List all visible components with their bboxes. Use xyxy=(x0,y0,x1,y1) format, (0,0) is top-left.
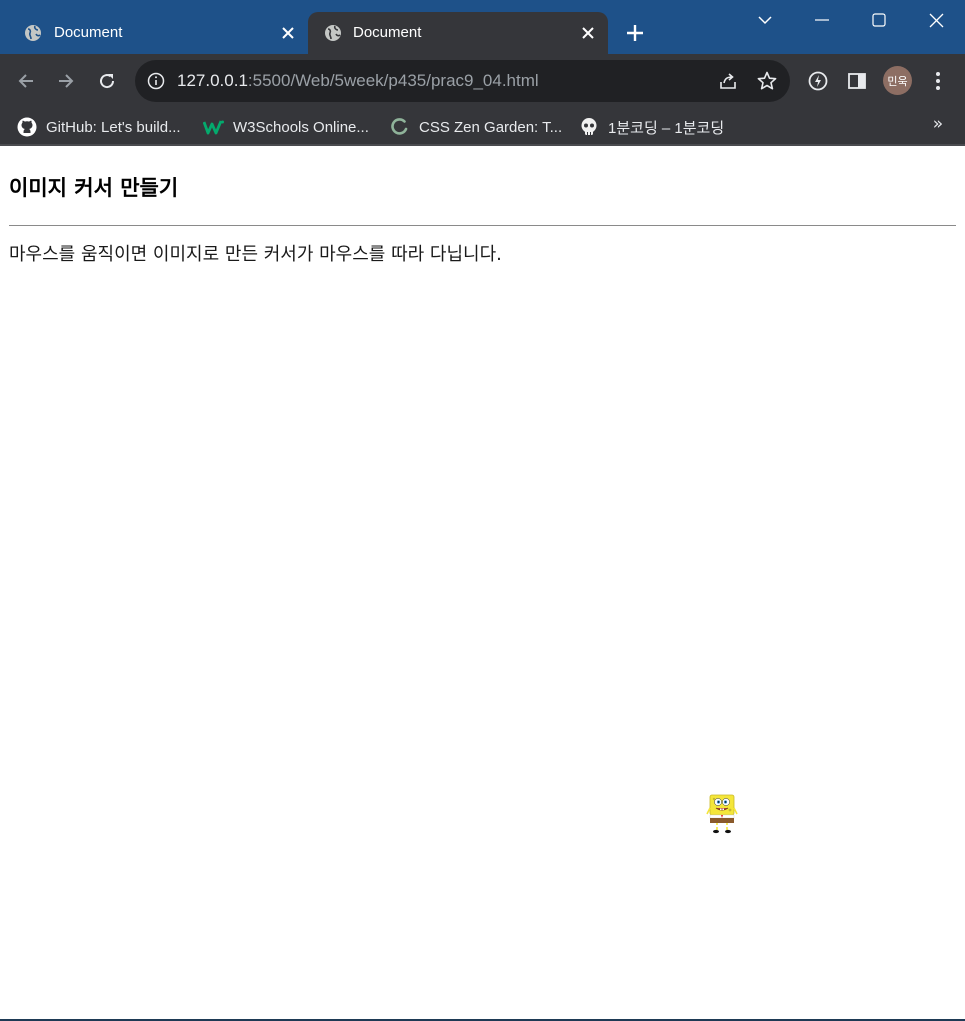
bookmark-github[interactable]: GitHub: Let's build... xyxy=(16,113,181,141)
bookmark-label: CSS Zen Garden: T... xyxy=(419,118,563,136)
page-heading: 이미지 커서 만들기 xyxy=(9,176,179,200)
w3schools-icon xyxy=(203,116,225,138)
info-icon[interactable] xyxy=(147,72,165,90)
tab-document-2[interactable]: Document xyxy=(308,12,608,54)
skull-icon xyxy=(578,116,600,138)
energy-saver-icon xyxy=(808,71,828,91)
maximize-icon xyxy=(872,13,886,27)
bookmark-label: W3Schools Online... xyxy=(233,118,369,136)
maximize-button[interactable] xyxy=(859,6,899,34)
profile-avatar[interactable]: 민욱 xyxy=(883,66,912,95)
side-panel-icon xyxy=(848,73,866,89)
bookmark-label: GitHub: Let's build... xyxy=(46,118,181,136)
new-tab-button[interactable] xyxy=(622,20,648,46)
reload-button[interactable] xyxy=(92,66,122,96)
globe-icon xyxy=(25,25,41,41)
reload-icon xyxy=(100,74,115,89)
menu-button[interactable] xyxy=(923,66,953,96)
tab-title: Document xyxy=(54,24,123,41)
url-host: 127.0.0.1 xyxy=(177,71,248,90)
chevron-down-icon xyxy=(758,16,772,25)
more-bookmarks-button[interactable]: » xyxy=(926,110,950,138)
spongebob-cursor-image xyxy=(706,794,738,834)
title-bar: Document Document xyxy=(0,0,965,54)
url-text[interactable]: 127.0.0.1:5500/Web/5week/p435/prac9_04.h… xyxy=(177,71,539,91)
arrow-right-icon xyxy=(59,74,74,88)
close-window-button[interactable] xyxy=(916,6,956,34)
arrow-left-icon xyxy=(18,74,33,88)
page-content: 이미지 커서 만들기 마우스를 움직이면 이미지로 만든 커서가 마우스를 따라… xyxy=(0,148,965,1021)
divider xyxy=(9,225,956,226)
page-description: 마우스를 움직이면 이미지로 만든 커서가 마우스를 따라 다닙니다. xyxy=(9,244,502,265)
bookmark-label: 1분코딩 – 1분코딩 xyxy=(608,119,725,137)
more-vertical-icon xyxy=(936,72,940,90)
tab-document-1[interactable]: Document xyxy=(12,12,308,54)
close-icon[interactable] xyxy=(278,23,298,43)
share-icon[interactable] xyxy=(717,70,739,92)
side-panel-button[interactable] xyxy=(842,66,872,96)
bookmark-css-zen-garden[interactable]: CSS Zen Garden: T... xyxy=(389,113,562,141)
globe-icon xyxy=(325,25,341,41)
star-icon[interactable] xyxy=(756,70,778,92)
bookmark-w3schools[interactable]: W3Schools Online... xyxy=(203,113,369,141)
address-bar[interactable]: 127.0.0.1:5500/Web/5week/p435/prac9_04.h… xyxy=(135,60,790,102)
tab-title: Document xyxy=(353,24,422,41)
performance-button[interactable] xyxy=(803,66,833,96)
plus-icon xyxy=(627,25,643,41)
close-icon xyxy=(929,13,943,27)
minimize-icon xyxy=(815,19,829,21)
browser-toolbar: 127.0.0.1:5500/Web/5week/p435/prac9_04.h… xyxy=(0,54,965,108)
zen-garden-icon xyxy=(389,116,411,138)
bookmarks-bar: GitHub: Let's build... W3Schools Online.… xyxy=(0,108,965,146)
bookmark-1min-coding[interactable]: 1분코딩 – 1분코딩 xyxy=(578,113,724,141)
tab-search-button[interactable] xyxy=(745,6,785,34)
forward-button[interactable] xyxy=(51,66,81,96)
back-button[interactable] xyxy=(11,66,41,96)
close-icon[interactable] xyxy=(578,23,598,43)
url-path: :5500/Web/5week/p435/prac9_04.html xyxy=(247,71,539,90)
minimize-button[interactable] xyxy=(802,6,842,34)
github-icon xyxy=(16,116,38,138)
